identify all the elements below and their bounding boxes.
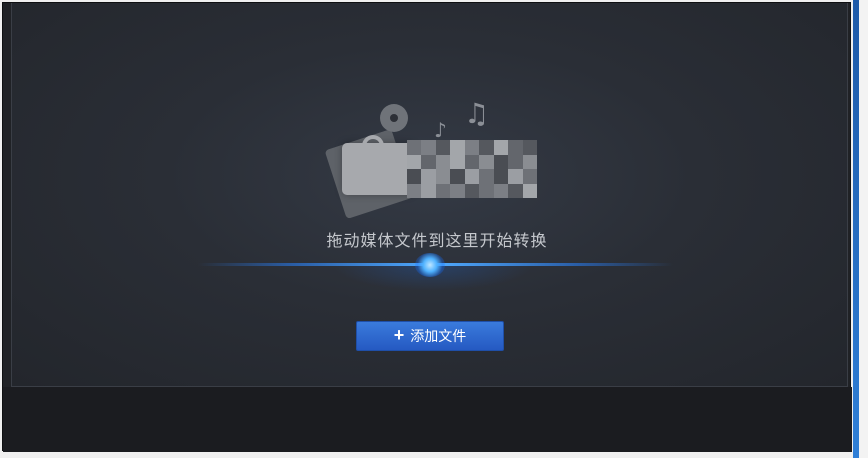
mosaic-cell (508, 169, 523, 184)
add-files-button[interactable]: + 添加文件 (356, 321, 504, 351)
mosaic-cell (421, 140, 436, 155)
mosaic-cell (450, 169, 465, 184)
mosaic-cell (435, 183, 451, 198)
mosaic-cell (421, 169, 436, 184)
mosaic-cell (435, 169, 451, 184)
mosaic-cell (508, 140, 523, 155)
drop-hint-text: 拖动媒体文件到这里开始转换 (326, 231, 548, 250)
mosaic-cell (435, 154, 451, 169)
mosaic-cell (493, 140, 509, 155)
mosaic-cell (450, 183, 465, 198)
pixelated-logo (407, 140, 537, 198)
mosaic-cell (522, 183, 537, 198)
mosaic-cell (493, 169, 509, 184)
mosaic-cell (522, 154, 537, 169)
mosaic-cell (450, 154, 465, 169)
small-music-note-icon: ♪ (434, 118, 447, 142)
mosaic-cell (508, 154, 523, 169)
mosaic-cell (479, 140, 494, 155)
mosaic-cell (407, 140, 422, 155)
mosaic-cell (407, 183, 422, 198)
mosaic-cell (522, 140, 537, 155)
mosaic-cell (407, 169, 422, 184)
mosaic-cell (421, 183, 436, 198)
mosaic-cell (508, 183, 523, 198)
mosaic-cell (464, 154, 480, 169)
music-note-icon: ♫ (464, 97, 490, 130)
mosaic-cell (435, 140, 451, 155)
add-files-label: 添加文件 (410, 328, 467, 344)
plus-icon: + (393, 325, 405, 345)
glow-highlight (415, 253, 445, 277)
bottom-toolbar (3, 387, 852, 452)
film-reel-icon (380, 104, 408, 132)
mosaic-cell (493, 154, 509, 169)
mosaic-cell (479, 154, 494, 169)
mosaic-cell (421, 154, 436, 169)
media-illustration: ♫ ♪ (322, 98, 562, 223)
mosaic-cell (522, 169, 537, 184)
mosaic-cell (479, 183, 494, 198)
mosaic-cell (464, 140, 480, 155)
app-window: ♫ ♪ 拖动媒体文件到这里开始转换 + 添加文件 (2, 2, 852, 452)
mosaic-cell (493, 183, 509, 198)
mosaic-cell (464, 169, 480, 184)
window-edge-stripe (853, 0, 859, 458)
media-box-icon (342, 135, 414, 195)
window-edge (853, 0, 868, 458)
mosaic-cell (407, 154, 422, 169)
mosaic-cell (479, 169, 494, 184)
mosaic-cell (450, 140, 465, 155)
mosaic-cell (464, 183, 480, 198)
